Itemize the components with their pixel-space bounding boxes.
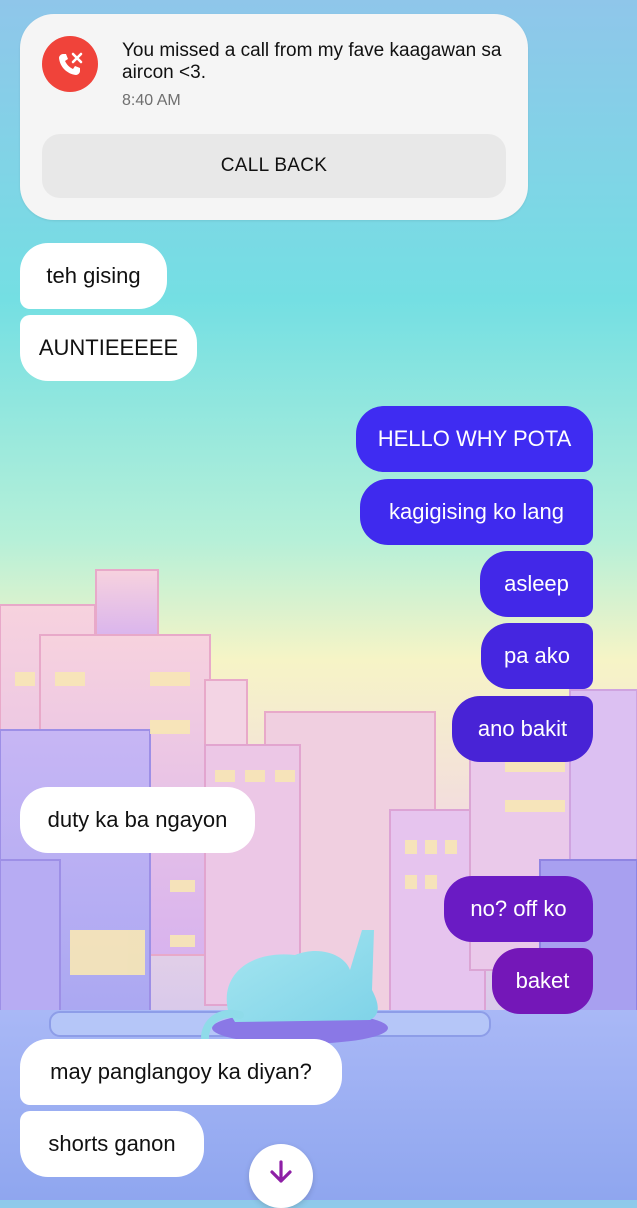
message-bubble-outgoing[interactable]: pa ako [481, 623, 593, 689]
message-bubble-outgoing[interactable]: no? off ko [444, 876, 593, 942]
message-bubble-outgoing[interactable]: ano bakit [452, 696, 593, 762]
message-bubble-incoming[interactable]: duty ka ba ngayon [20, 787, 255, 853]
message-bubble-outgoing[interactable]: HELLO WHY POTA [356, 406, 593, 472]
message-bubble-outgoing[interactable]: asleep [480, 551, 593, 617]
message-bubble-outgoing[interactable]: baket [492, 948, 593, 1014]
chat-thread: You missed a call from my fave kaagawan … [0, 0, 637, 1208]
call-back-button[interactable]: CALL BACK [42, 134, 506, 198]
missed-call-card: You missed a call from my fave kaagawan … [20, 14, 528, 220]
missed-call-time: 8:40 AM [122, 92, 181, 109]
missed-call-message: You missed a call from my fave kaagawan … [122, 40, 502, 83]
scroll-to-bottom-button[interactable] [249, 1144, 313, 1208]
arrow-down-icon [270, 1160, 292, 1183]
message-bubble-incoming[interactable]: AUNTIEEEEE [20, 315, 197, 381]
message-bubble-incoming[interactable]: shorts ganon [20, 1111, 204, 1177]
message-bubble-incoming[interactable]: teh gising [20, 243, 167, 309]
message-bubble-incoming[interactable]: may panglangoy ka diyan? [20, 1039, 342, 1105]
missed-call-icon [42, 36, 98, 92]
message-bubble-outgoing[interactable]: kagigising ko lang [360, 479, 593, 545]
